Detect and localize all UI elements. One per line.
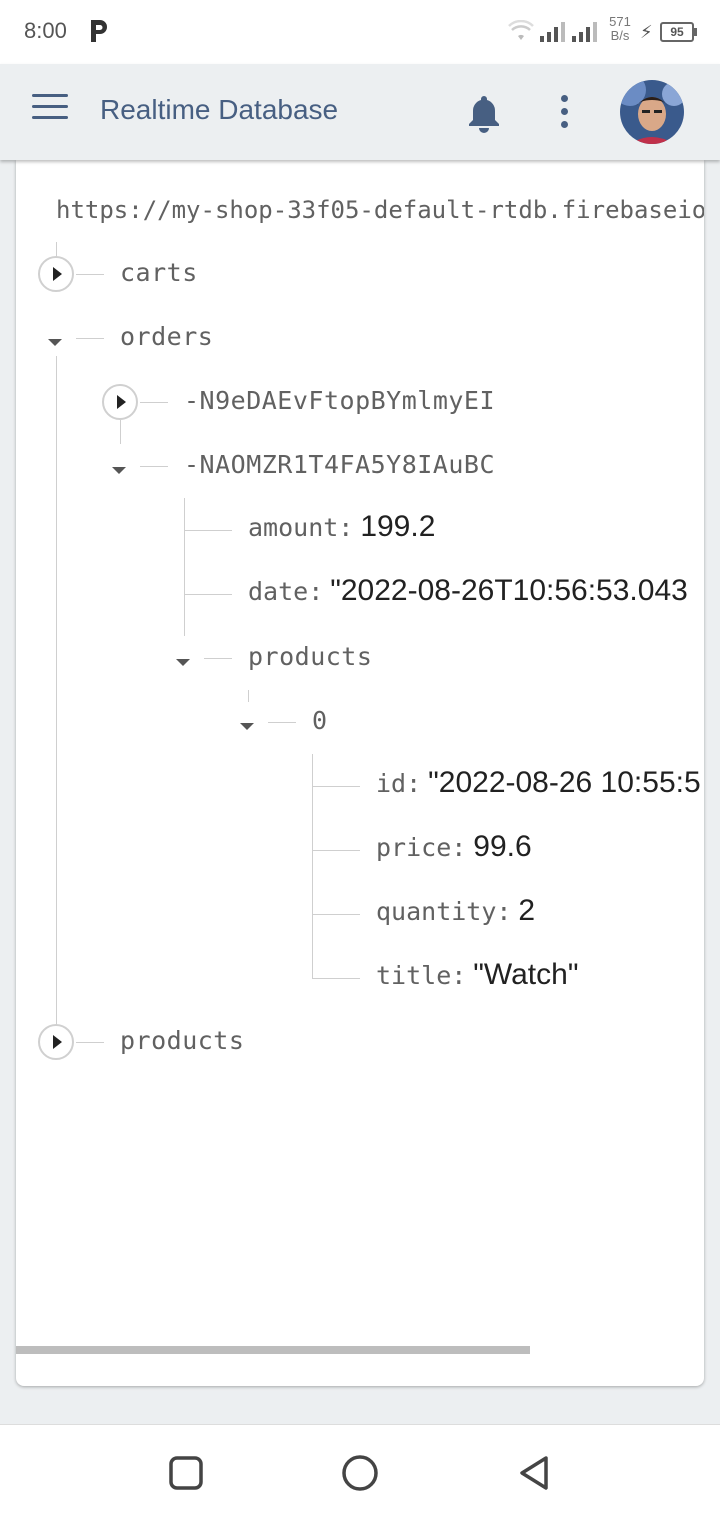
node-products-root[interactable]: products bbox=[120, 1026, 244, 1055]
field-value: "Watch" bbox=[473, 958, 579, 991]
field-value: "2022-08-26T10:56:53.043 bbox=[330, 574, 688, 607]
field-value: 99.6 bbox=[473, 830, 532, 863]
field-key: price: bbox=[376, 833, 467, 862]
field-key: quantity: bbox=[376, 897, 512, 926]
field-key: title: bbox=[376, 961, 467, 990]
navigation-bar bbox=[0, 1424, 720, 1521]
tree-connector bbox=[184, 530, 232, 531]
field-value: "2022-08-26 10:55:5 bbox=[428, 766, 701, 799]
field-title[interactable]: title: "Watch" bbox=[376, 958, 578, 992]
tree-connector bbox=[268, 722, 296, 723]
field-amount[interactable]: amount: 199.2 bbox=[248, 510, 435, 544]
tree-connector bbox=[312, 978, 360, 979]
node-products[interactable]: products bbox=[248, 642, 372, 671]
node-order-1[interactable]: -N9eDAEvFtopBYmlmyEI bbox=[184, 386, 495, 415]
tree-connector bbox=[140, 402, 168, 403]
more-vert-icon[interactable] bbox=[552, 92, 576, 132]
node-index[interactable]: 0 bbox=[312, 706, 328, 735]
node-order-2[interactable]: -NAOMZR1T4FA5Y8IAuBC bbox=[184, 450, 495, 479]
tree-connector bbox=[204, 658, 232, 659]
speed-value: 571 bbox=[609, 14, 631, 29]
expand-products-icon[interactable] bbox=[38, 1024, 74, 1060]
app-bar: Realtime Database bbox=[0, 64, 720, 160]
avatar[interactable] bbox=[620, 80, 684, 144]
field-value: 2 bbox=[518, 894, 536, 927]
expand-carts-icon[interactable] bbox=[38, 256, 74, 292]
field-key: date: bbox=[248, 577, 324, 606]
tree-connector bbox=[184, 594, 232, 595]
node-orders[interactable]: orders bbox=[120, 322, 213, 351]
tree-connector bbox=[312, 914, 360, 915]
field-price[interactable]: price: 99.6 bbox=[376, 830, 532, 864]
tree-connector bbox=[248, 690, 249, 702]
field-key: id: bbox=[376, 769, 422, 798]
horizontal-scrollbar[interactable] bbox=[16, 1346, 530, 1354]
field-date[interactable]: date: "2022-08-26T10:56:53.043 bbox=[248, 574, 688, 608]
field-id[interactable]: id: "2022-08-26 10:55:5 bbox=[376, 766, 701, 800]
speed-unit: B/s bbox=[610, 28, 630, 43]
tree-connector bbox=[140, 466, 168, 467]
tree-connector bbox=[56, 356, 57, 1026]
tree-connector bbox=[184, 498, 185, 636]
wifi-icon bbox=[508, 20, 534, 40]
collapse-order-icon[interactable] bbox=[108, 458, 132, 482]
battery-icon: 95 bbox=[660, 22, 697, 42]
status-bar: 8:00 571 B/s ⚡ 95 bbox=[0, 0, 720, 64]
node-carts[interactable]: carts bbox=[120, 258, 198, 287]
database-url[interactable]: https://my-shop-33f05-default-rtdb.fireb… bbox=[56, 196, 704, 224]
field-key: amount: bbox=[248, 513, 354, 542]
network-speed: 571 B/s bbox=[604, 15, 636, 43]
page-title: Realtime Database bbox=[100, 94, 339, 125]
home-circle-icon[interactable] bbox=[340, 1453, 380, 1493]
p-icon bbox=[91, 20, 107, 42]
tree-connector bbox=[76, 274, 104, 275]
collapse-products-icon[interactable] bbox=[172, 650, 196, 674]
signal-icon bbox=[572, 22, 597, 42]
bell-icon[interactable] bbox=[464, 92, 504, 134]
collapse-item-icon[interactable] bbox=[236, 714, 260, 738]
database-card: https://my-shop-33f05-default-rtdb.fireb… bbox=[16, 160, 704, 1386]
tree-connector bbox=[312, 850, 360, 851]
tree-connector bbox=[76, 1042, 104, 1043]
field-value: 199.2 bbox=[360, 510, 436, 543]
status-time: 8:00 bbox=[24, 18, 67, 43]
recents-square-icon[interactable] bbox=[166, 1453, 206, 1493]
signal-icon bbox=[540, 22, 565, 42]
menu-icon[interactable] bbox=[32, 94, 72, 130]
collapse-orders-icon[interactable] bbox=[44, 330, 68, 354]
tree-connector bbox=[312, 786, 360, 787]
back-triangle-icon[interactable] bbox=[514, 1453, 554, 1493]
expand-order-icon[interactable] bbox=[102, 384, 138, 420]
tree-connector bbox=[120, 420, 121, 444]
tree-connector bbox=[312, 754, 313, 978]
field-quantity[interactable]: quantity: 2 bbox=[376, 894, 535, 928]
charging-icon: ⚡ bbox=[640, 22, 653, 42]
tree-connector bbox=[76, 338, 104, 339]
